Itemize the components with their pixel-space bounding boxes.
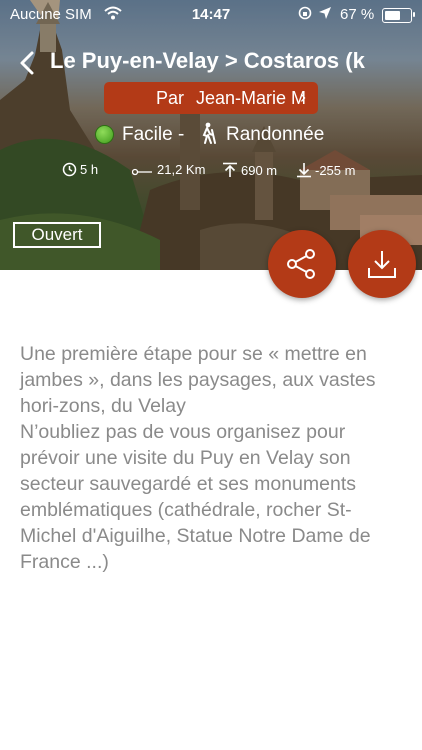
author-prefix: Par xyxy=(156,88,185,108)
descent-stat: -255 m xyxy=(296,162,355,178)
download-icon xyxy=(368,251,396,278)
status-bar: Aucune SIM 14:47 67 % xyxy=(0,0,422,30)
difficulty-label: Facile - xyxy=(122,124,185,145)
distance-value: 21,2 Km xyxy=(157,162,206,177)
descent-icon xyxy=(297,163,311,178)
status-badge: Ouvert xyxy=(13,222,101,248)
rotation-lock-icon xyxy=(298,6,312,20)
hiker-icon xyxy=(202,122,216,144)
back-chevron-icon[interactable] xyxy=(16,50,42,76)
author-button[interactable]: Par Jean-Marie M › xyxy=(104,82,318,114)
duration-stat: 5 h xyxy=(62,162,98,177)
author-name: Jean-Marie M xyxy=(196,88,307,108)
clock-icon xyxy=(62,162,77,177)
description-paragraph: Une première étape pour se « mettre en j… xyxy=(20,343,376,417)
battery-icon xyxy=(382,8,412,23)
battery-fill xyxy=(385,11,400,20)
distance-icon xyxy=(131,168,152,176)
ascent-value: 690 m xyxy=(241,163,278,178)
share-icon xyxy=(287,249,315,279)
chevron-right-icon: › xyxy=(300,87,306,107)
description: Une première étape pour se « mettre en j… xyxy=(20,341,404,575)
location-arrow-icon xyxy=(319,7,331,19)
duration-value: 5 h xyxy=(80,162,99,177)
battery-percent: 67 % xyxy=(340,6,375,23)
ascent-icon xyxy=(223,162,237,177)
description-paragraph: N’oubliez pas de vous organisez pour pré… xyxy=(20,421,371,573)
descent-value: -255 m xyxy=(315,163,356,178)
distance-stat: 21,2 Km xyxy=(131,162,206,177)
activity-label: Randonnée xyxy=(226,124,325,145)
ascent-stat: 690 m xyxy=(222,162,277,178)
download-button[interactable] xyxy=(348,230,416,298)
battery-tip xyxy=(413,12,415,17)
difficulty-indicator-icon xyxy=(95,125,114,144)
share-button[interactable] xyxy=(268,230,336,298)
page-title: Le Puy-en-Velay > Costaros (k xyxy=(50,48,365,73)
